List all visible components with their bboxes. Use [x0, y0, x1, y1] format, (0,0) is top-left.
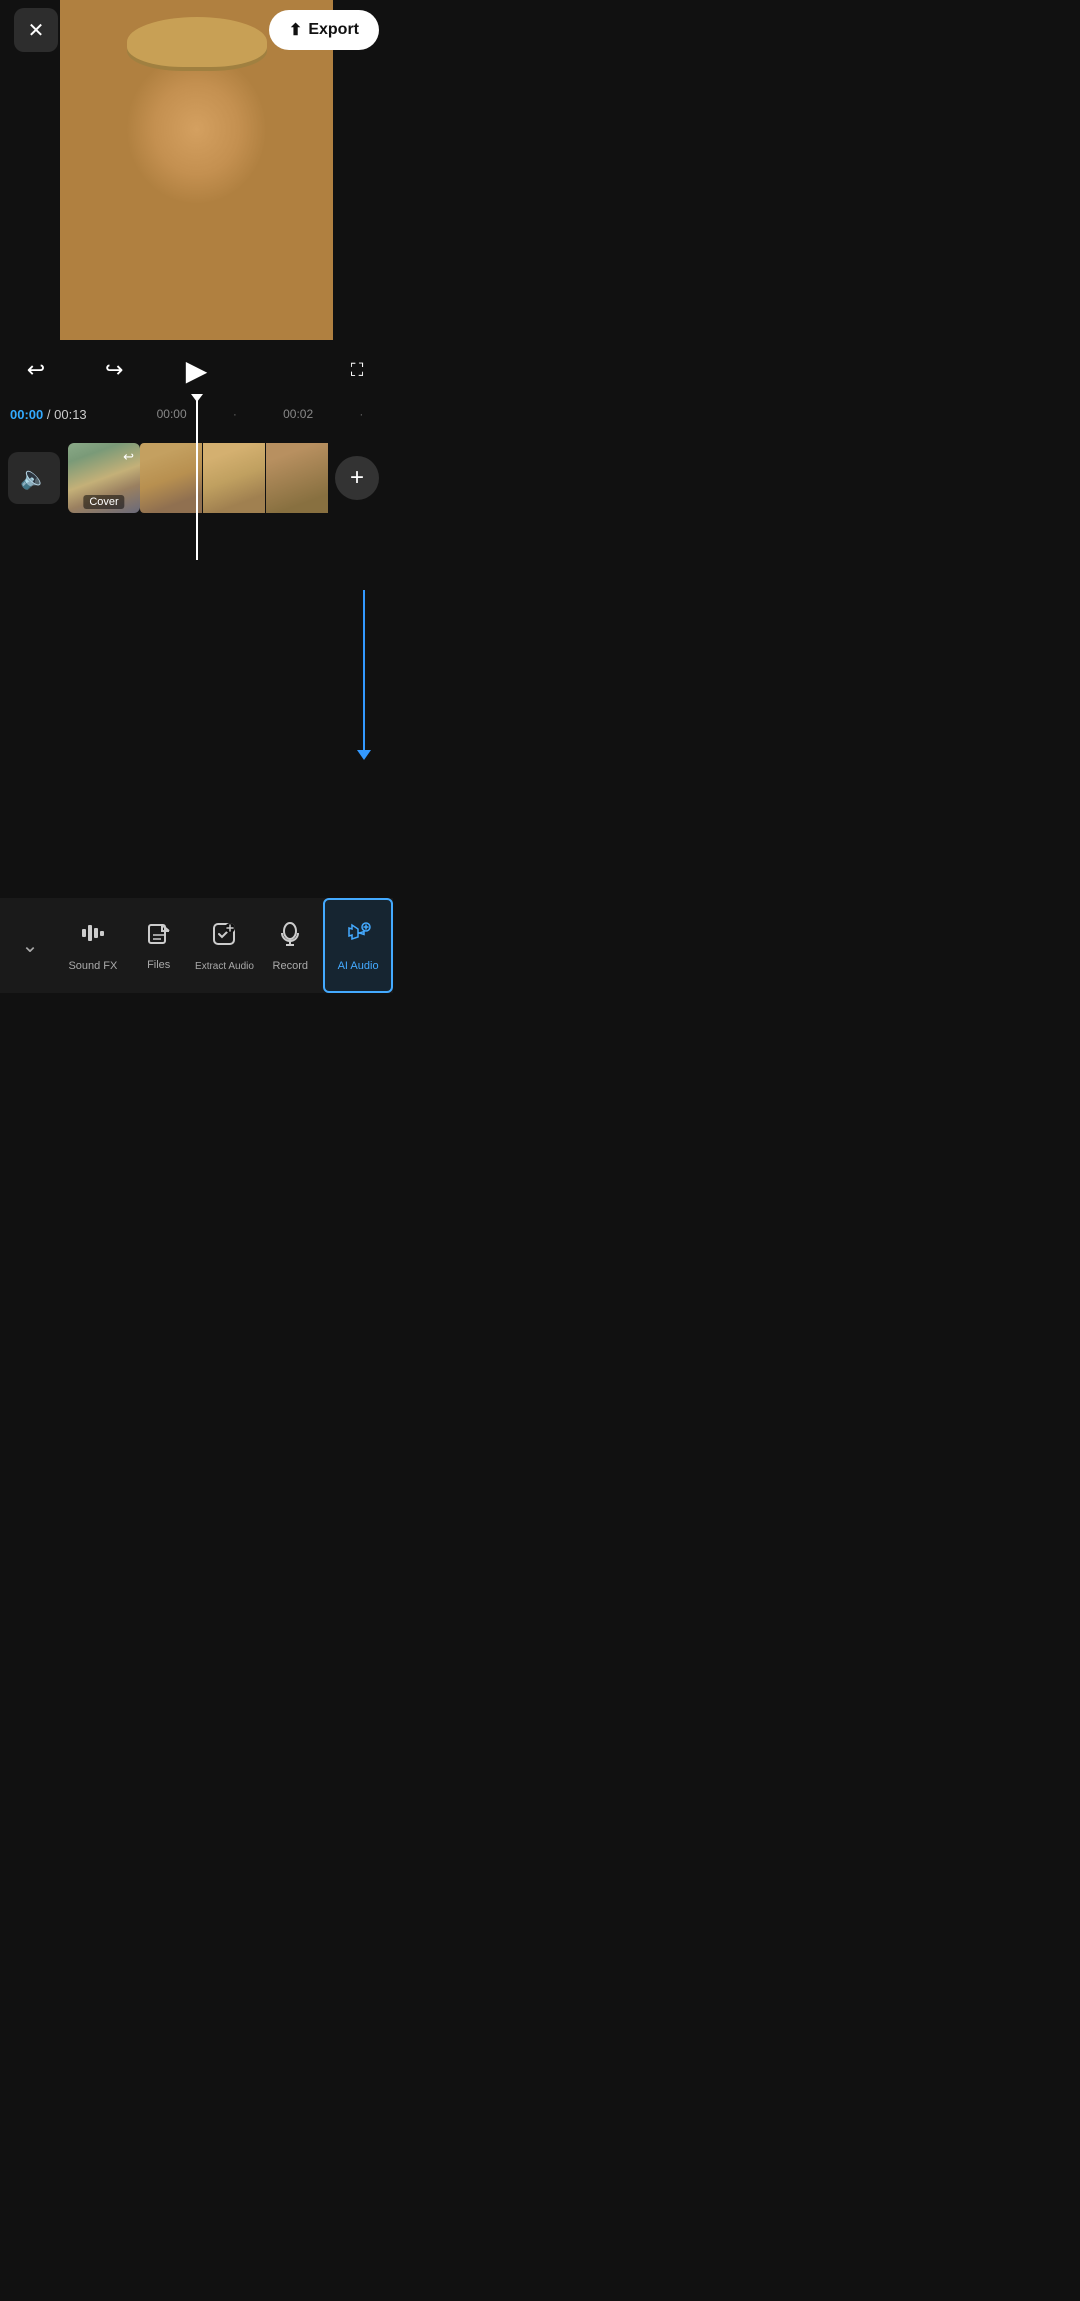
toolbar-item-record[interactable]: Record [257, 898, 323, 993]
add-clip-icon: + [350, 464, 364, 492]
add-clip-button[interactable]: + [335, 456, 379, 500]
ai-audio-icon [344, 919, 372, 954]
redo-icon: ↪ [105, 357, 123, 383]
undo-icon: ↩ [27, 357, 45, 383]
clip-2[interactable] [203, 443, 265, 513]
close-button[interactable]: ✕ [14, 8, 58, 52]
time-label-0: 00:00 [140, 407, 203, 421]
record-icon [276, 919, 304, 954]
arrow-head [357, 750, 371, 760]
clip-1-image [140, 443, 202, 513]
cover-label: Cover [83, 495, 124, 509]
sound-icon: 🔈 [20, 465, 47, 491]
cover-thumbnail[interactable]: ↩ Cover [68, 443, 140, 513]
export-label: Export [308, 21, 359, 39]
collapse-button[interactable]: ⌄ [0, 898, 60, 993]
playhead [196, 400, 198, 560]
redo-button[interactable]: ↪ [96, 352, 132, 388]
clip-2-image [203, 443, 265, 513]
extract-audio-icon [210, 920, 238, 955]
sound-fx-label: Sound FX [68, 960, 117, 972]
time-label-2: 00:02 [267, 407, 330, 421]
bottom-toolbar: ⌄ Sound FX [0, 898, 393, 993]
fullscreen-icon: ⛶ [351, 360, 364, 381]
arrow-indicator [357, 590, 371, 760]
fullscreen-button[interactable]: ⛶ [339, 352, 375, 388]
files-icon [146, 920, 172, 953]
toolbar-item-sound-fx[interactable]: Sound FX [60, 898, 126, 993]
clip-3[interactable] [266, 443, 328, 513]
toolbar-item-extract-audio[interactable]: Extract Audio [192, 898, 258, 993]
ai-audio-label: AI Audio [338, 960, 379, 972]
sound-button[interactable]: 🔈 [8, 452, 60, 504]
current-time: 00:00 / 00:13 [10, 407, 87, 422]
cover-arrow-icon: ↩ [123, 449, 134, 465]
undo-button[interactable]: ↩ [18, 352, 54, 388]
export-icon: ⬆ [289, 20, 302, 40]
time-labels: 00:00 · 00:02 · [140, 407, 393, 421]
close-icon: ✕ [28, 18, 45, 43]
clip-1[interactable] [140, 443, 202, 513]
arrow-line [363, 590, 365, 750]
chevron-down-icon: ⌄ [22, 933, 39, 958]
time-dot-2: · [330, 407, 393, 421]
header: ✕ ⬆ Export [0, 0, 393, 60]
sound-fx-icon [79, 919, 107, 954]
spacer [261, 352, 297, 388]
clip-3-image [266, 443, 328, 513]
record-label: Record [273, 960, 308, 972]
toolbar-items: Sound FX Files [60, 898, 393, 993]
controls-bar: ↩ ↪ ▶ ⛶ [0, 340, 393, 400]
time-dot-1: · [203, 407, 266, 421]
extract-audio-label: Extract Audio [195, 961, 254, 972]
export-button[interactable]: ⬆ Export [269, 10, 379, 50]
toolbar-item-files[interactable]: Files [126, 898, 192, 993]
clips-strip: + [140, 443, 385, 513]
toolbar-item-ai-audio[interactable]: AI Audio [323, 898, 393, 993]
play-icon: ▶ [186, 354, 208, 387]
play-button[interactable]: ▶ [175, 348, 219, 392]
files-label: Files [147, 959, 170, 971]
